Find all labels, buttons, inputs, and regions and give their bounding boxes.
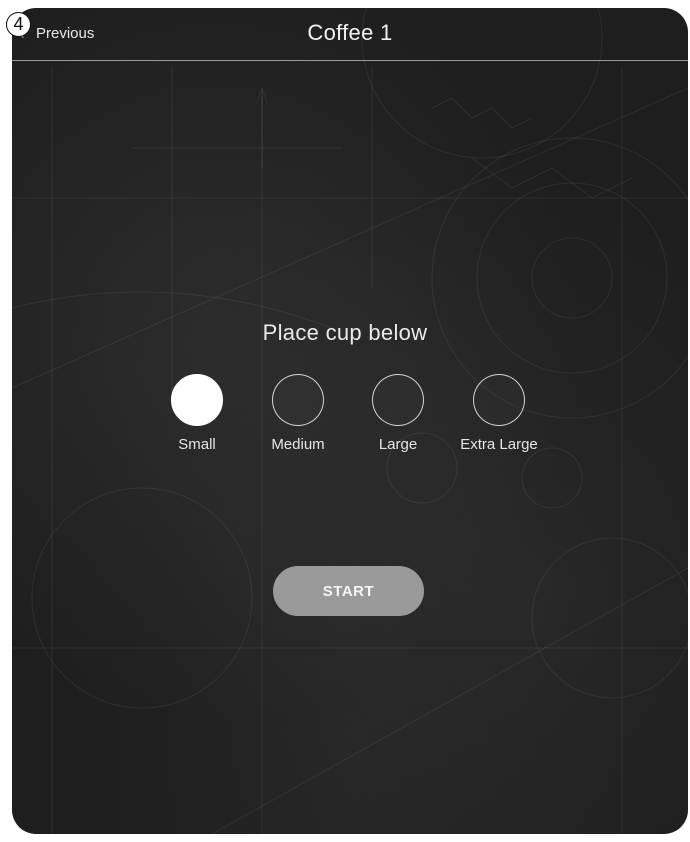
cup-size-small[interactable]: Small [147,374,247,453]
cup-size-extra-large[interactable]: Extra Large [449,374,549,453]
top-bar: ‹ Previous Coffee 1 [12,8,688,60]
start-button[interactable]: START [273,566,424,616]
cup-size-small-radio[interactable] [171,374,223,426]
cup-size-label: Medium [271,436,325,453]
cup-size-extra-large-radio[interactable] [473,374,525,426]
instruction-text: Place cup below [262,320,428,345]
cup-size-large-radio[interactable] [372,374,424,426]
cup-size-label: Extra Large [460,436,538,453]
cup-size-medium-radio[interactable] [272,374,324,426]
step-number-badge: 4 [6,12,31,37]
page-title: Coffee 1 [307,20,393,45]
header-divider [12,60,688,61]
cup-size-label: Large [378,436,418,453]
cup-size-large[interactable]: Large [348,374,448,453]
cup-size-label: Small [178,436,216,453]
cup-size-medium[interactable]: Medium [248,374,348,453]
